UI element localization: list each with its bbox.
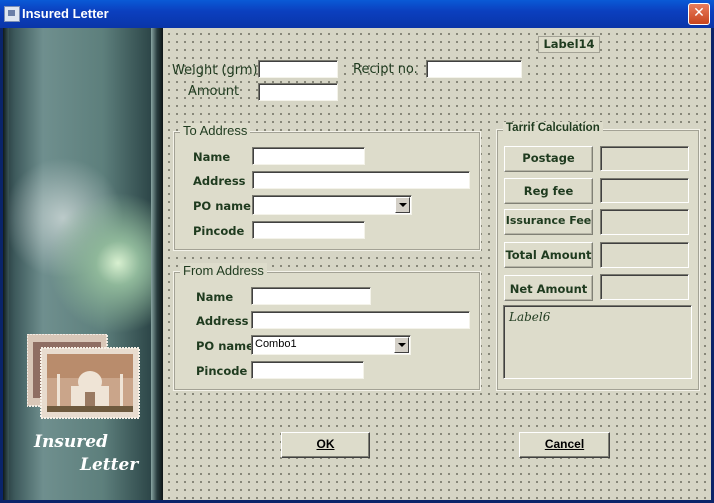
- from-name-input[interactable]: [251, 287, 371, 305]
- from-address-input[interactable]: [251, 311, 470, 329]
- tarrif-calculation-title: Tarrif Calculation: [503, 122, 603, 134]
- chevron-down-icon[interactable]: [394, 337, 409, 353]
- reg-fee-label: Reg fee: [504, 178, 593, 204]
- side-panel-right-bar: [151, 28, 163, 500]
- to-pincode-input[interactable]: [252, 221, 365, 239]
- to-po-name-label: PO name: [193, 199, 251, 213]
- to-address-input[interactable]: [252, 171, 470, 189]
- to-name-input[interactable]: [252, 147, 365, 165]
- to-name-label: Name: [193, 150, 231, 164]
- to-address-label: Address: [193, 174, 246, 188]
- from-po-name-value: Combo1: [255, 338, 297, 350]
- from-address-title: From Address: [180, 263, 267, 278]
- side-title-line1: Insured: [34, 432, 108, 452]
- side-panel-image: Insured Letter: [3, 28, 163, 500]
- net-amount-value: [600, 274, 689, 300]
- cancel-button[interactable]: Cancel: [519, 432, 610, 458]
- from-pincode-input[interactable]: [251, 361, 364, 379]
- issurance-fee-label: Issurance Fee: [504, 209, 593, 235]
- close-button[interactable]: ✕: [688, 3, 710, 25]
- issurance-fee-value: [600, 209, 689, 235]
- ok-button[interactable]: OK: [281, 432, 370, 458]
- from-address-label: Address: [196, 314, 249, 328]
- from-po-name-label: PO name: [196, 339, 254, 353]
- total-amount-label: Total Amount: [504, 242, 593, 268]
- weight-label: Weight (grm): [172, 63, 258, 78]
- app-icon: [4, 6, 20, 22]
- from-name-label: Name: [196, 290, 234, 304]
- title-bar: Insured Letter ✕: [0, 0, 714, 28]
- postage-value: [600, 146, 689, 171]
- taj-mahal-stamp-image: [27, 334, 140, 419]
- amount-input[interactable]: [258, 83, 338, 101]
- to-po-name-combo[interactable]: [252, 195, 412, 215]
- recipt-no-label: Recipt no.: [353, 62, 418, 77]
- chevron-down-icon[interactable]: [395, 197, 410, 213]
- amount-label: Amount: [188, 84, 240, 99]
- window-title: Insured Letter: [22, 6, 109, 21]
- form-client-area: Insured Letter Label14 Weight (grm) Reci…: [3, 28, 711, 500]
- label14: Label14: [538, 36, 600, 53]
- insured-letter-window: Insured Letter ✕ Insured Letter Label14 …: [0, 0, 714, 503]
- postage-label: Postage: [504, 146, 593, 172]
- from-po-name-combo[interactable]: Combo1: [251, 335, 411, 355]
- close-icon: ✕: [693, 5, 705, 21]
- to-pincode-label: Pincode: [193, 224, 245, 238]
- total-amount-value: [600, 242, 689, 268]
- side-title-line2: Letter: [80, 455, 139, 475]
- reg-fee-value: [600, 178, 689, 203]
- net-amount-label: Net Amount: [504, 275, 593, 301]
- from-pincode-label: Pincode: [196, 364, 248, 378]
- label6-display: Label6: [503, 305, 692, 379]
- weight-input[interactable]: [258, 60, 338, 78]
- recipt-no-input[interactable]: [426, 60, 522, 78]
- side-panel-left-bar: [3, 28, 9, 500]
- to-address-title: To Address: [180, 123, 251, 138]
